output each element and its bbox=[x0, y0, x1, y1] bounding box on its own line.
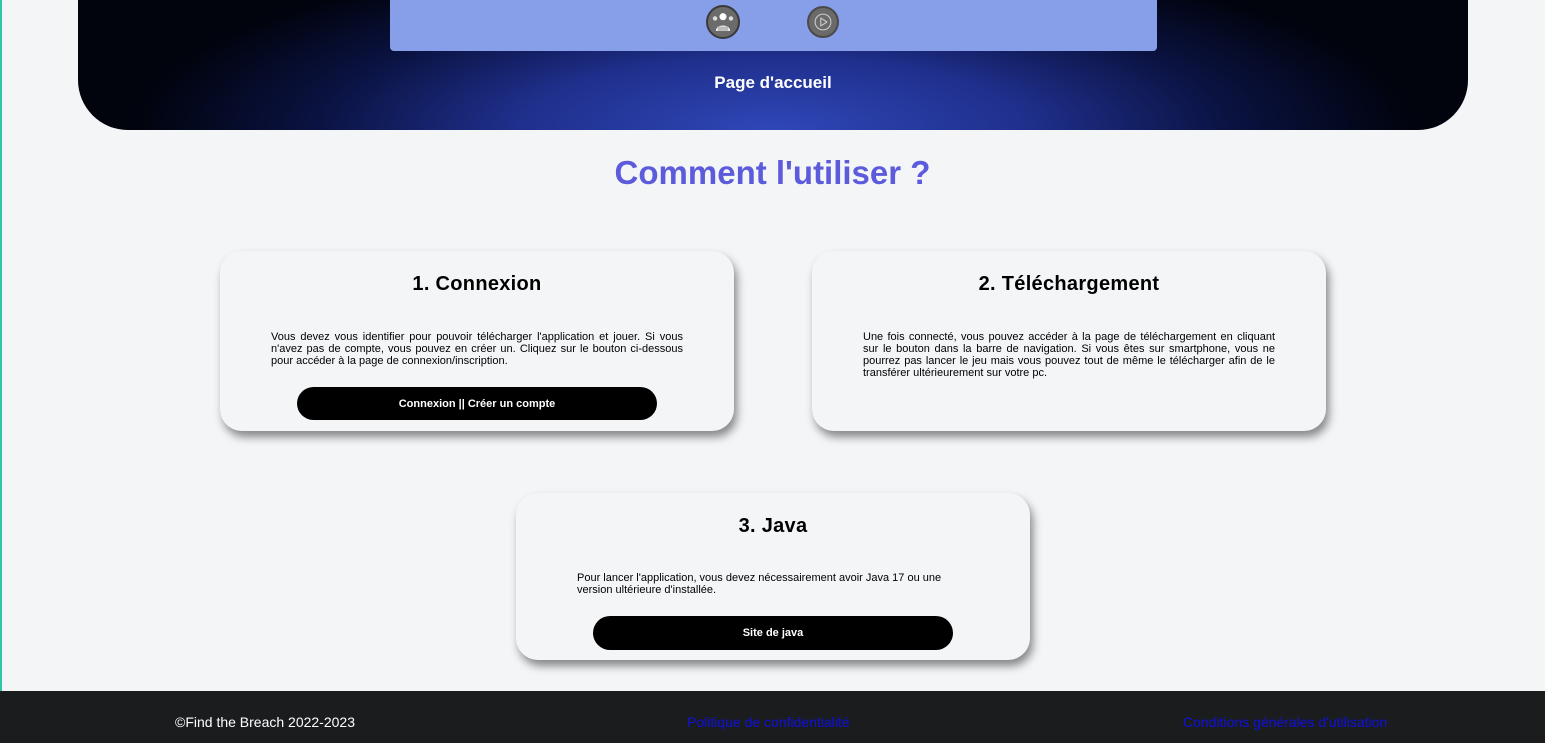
play-icon[interactable] bbox=[807, 6, 839, 38]
logo-icon[interactable] bbox=[706, 5, 740, 39]
hero-page-label: Page d'accueil bbox=[714, 73, 832, 92]
card-text: Pour lancer l'application, vous devez né… bbox=[577, 572, 942, 596]
login-register-button[interactable]: Connexion || Créer un compte bbox=[297, 387, 657, 420]
footer-copyright: ©Find the Breach 2022-2023 bbox=[175, 714, 355, 730]
card-title: 3. Java bbox=[738, 515, 808, 537]
section-title: Comment l'utiliser ? bbox=[614, 154, 931, 191]
left-edge-line bbox=[0, 0, 2, 691]
logo-icon-graphic bbox=[712, 13, 734, 31]
play-icon-graphic bbox=[814, 13, 832, 31]
card-title: 2. Téléchargement bbox=[978, 273, 1160, 295]
card-title: 1. Connexion bbox=[412, 273, 542, 295]
card-text: Une fois connecté, vous pouvez accéder à… bbox=[863, 331, 1275, 379]
hero-banner: Page d'accueil bbox=[78, 0, 1468, 130]
footer: ©Find the Breach 2022-2023 Politique de … bbox=[0, 691, 1545, 743]
java-site-button[interactable]: Site de java bbox=[593, 616, 953, 650]
card-connexion: 1. Connexion Vous devez vous identifier … bbox=[220, 251, 734, 431]
card-java: 3. Java Pour lancer l'application, vous … bbox=[516, 493, 1030, 660]
privacy-policy-link[interactable]: Politique de confidentialité bbox=[687, 714, 850, 730]
card-telechargement: 2. Téléchargement Une fois connecté, vou… bbox=[812, 251, 1326, 431]
card-text: Vous devez vous identifier pour pouvoir … bbox=[271, 331, 683, 367]
hero-image-panel bbox=[390, 0, 1157, 51]
terms-of-use-link[interactable]: Conditions générales d'utilisation bbox=[1183, 714, 1387, 730]
